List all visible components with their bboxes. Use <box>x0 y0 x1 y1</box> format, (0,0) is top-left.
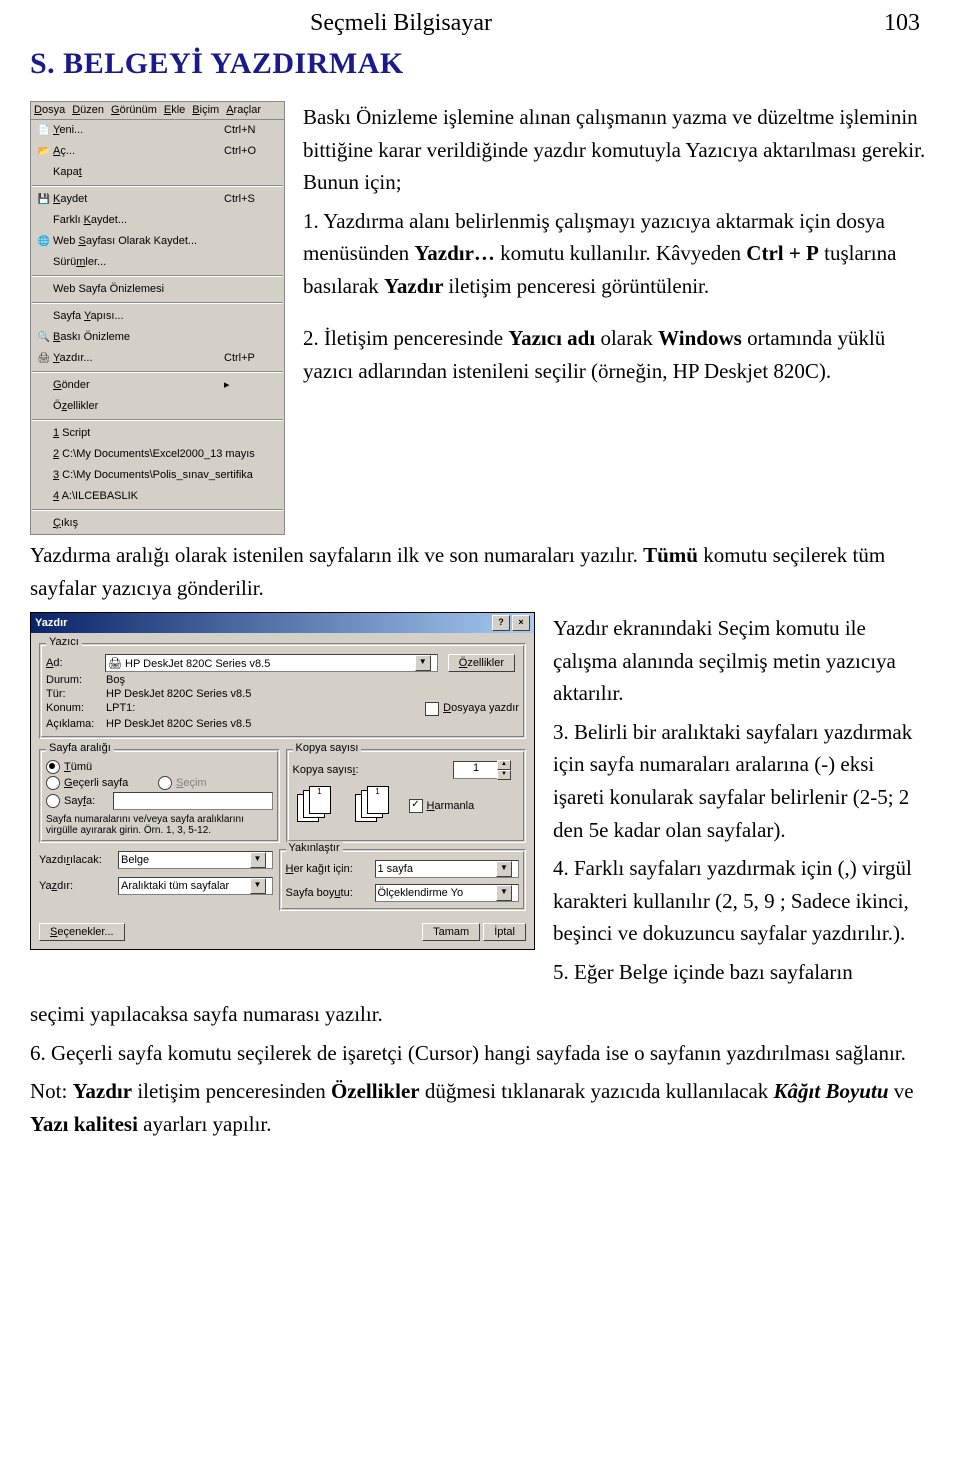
menubar-item[interactable]: Dosya <box>34 104 65 117</box>
scale-dropdown[interactable]: Ölçeklendirme Yo▼ <box>375 884 520 902</box>
close-button[interactable]: × <box>512 615 530 631</box>
menu-item[interactable]: Farklı Kaydet... <box>31 210 284 231</box>
comment-value: HP DeskJet 820C Series v8.5 <box>106 718 251 730</box>
page-number: 103 <box>884 10 920 37</box>
scale-label: Sayfa boyutu: <box>286 887 371 899</box>
foot-p2: 6. Geçerli sayfa komutu seçilerek de işa… <box>30 1037 930 1070</box>
dialog-title: Yazdır <box>35 617 490 629</box>
zoom-groupbox: Yakınlaştır <box>286 842 343 854</box>
intro-paragraph: Baskı Önizleme işlemine alınan çalışmanı… <box>303 101 930 199</box>
copies-label: Kopya sayısı: <box>293 764 450 776</box>
copies-groupbox: Kopya sayısı <box>293 742 362 754</box>
menu-item[interactable]: Sürümler... <box>31 252 284 273</box>
menu-item[interactable]: Özellikler <box>31 396 284 417</box>
menu-item[interactable]: 📄Yeni...Ctrl+N <box>31 120 284 141</box>
print-dropdown[interactable]: Aralıktaki tüm sayfalar▼ <box>118 877 273 895</box>
ok-button[interactable]: Tamam <box>422 923 480 941</box>
menu-item[interactable]: Sayfa Yapısı... <box>31 306 284 327</box>
menubar-item[interactable]: Araçlar <box>226 104 261 117</box>
type-label: Tür: <box>46 688 106 700</box>
status-value: Boş <box>106 674 125 686</box>
menubar-item[interactable]: Görünüm <box>111 104 157 117</box>
menu-item[interactable]: 2 C:\My Documents\Excel2000_13 mayıs <box>31 444 284 465</box>
course-title: Seçmeli Bilgisayar <box>310 10 492 37</box>
step-1: 1. Yazdırma alanı belirlenmiş çalışmayı … <box>303 205 930 303</box>
right-p1: Yazdır ekranındaki Seçim komutu ile çalı… <box>553 612 930 710</box>
persheet-dropdown[interactable]: 1 sayfa▼ <box>375 860 520 878</box>
menu-item[interactable]: 🌐Web Sayfası Olarak Kaydet... <box>31 231 284 252</box>
range-current-radio[interactable] <box>46 776 60 790</box>
print-to-file-label: Dosyaya yazdır <box>443 702 519 716</box>
persheet-label: Her kağıt için: <box>286 863 371 875</box>
printer-name-dropdown[interactable]: 🖨 HP DeskJet 820C Series v8.5▼ <box>105 654 438 672</box>
range-selection-label: Seçim <box>176 777 207 789</box>
menu-item[interactable]: 📂Aç...Ctrl+O <box>31 141 284 162</box>
menubar-item[interactable]: Ekle <box>164 104 185 117</box>
collate-label: Harmanla <box>427 800 475 812</box>
menu-item[interactable]: Web Sayfa Önizlemesi <box>31 279 284 300</box>
options-button[interactable]: Seçenekler... <box>39 923 125 941</box>
range-pages-label: Sayfa: <box>64 795 109 807</box>
range-paragraph: Yazdırma aralığı olarak istenilen sayfal… <box>30 539 930 604</box>
collate-icon: 3 2 1 <box>297 786 347 826</box>
properties-button[interactable]: Özellikler <box>448 654 515 672</box>
foot-p3: Not: Yazdır iletişim penceresinden Özell… <box>30 1075 930 1140</box>
menu-item[interactable]: 🔍Baskı Önizleme <box>31 327 284 348</box>
menu-item[interactable]: Gönder▸ <box>31 375 284 396</box>
menu-item[interactable]: 🖨Yazdır...Ctrl+P <box>31 348 284 369</box>
where-value: LPT1: <box>106 702 425 716</box>
printer-groupbox: Yazıcı <box>46 636 82 648</box>
step-2: 2. İletişim penceresinde Yazıcı adı olar… <box>303 322 930 387</box>
range-help: Sayfa numaralarını ve/veya sayfa aralıkl… <box>46 814 273 836</box>
menu-item[interactable]: 💾KaydetCtrl+S <box>31 189 284 210</box>
printwhat-dropdown[interactable]: Belge▼ <box>118 851 273 869</box>
comment-label: Açıklama: <box>46 718 106 730</box>
menu-item[interactable]: Kapat <box>31 162 284 183</box>
printer-name-label: Ad: <box>46 657 101 669</box>
file-menu-screenshot: Dosya Düzen Görünüm Ekle Biçim Araçlar 📄Yeni.… <box>30 101 285 535</box>
print-dialog-screenshot: Yazdır ? × Yazıcı Ad: 🖨 HP DeskJet 820C … <box>30 612 535 950</box>
menu-item[interactable]: 3 C:\My Documents\Polis_sınav_sertifika <box>31 465 284 486</box>
range-pages-radio[interactable] <box>46 794 60 808</box>
print-label: Yazdır: <box>39 880 114 892</box>
right-p2: 3. Belirli bir aralıktaki sayfaları yazd… <box>553 716 930 846</box>
print-to-file-checkbox[interactable] <box>425 702 439 716</box>
section-title: S. BELGEYİ YAZDIRMAK <box>30 47 930 81</box>
range-pages-input[interactable] <box>113 792 273 810</box>
copies-spinner[interactable]: ▲▼ <box>497 760 515 780</box>
where-label: Konum: <box>46 702 106 716</box>
menu-item[interactable]: 4 A:\ILCEBASLIK <box>31 486 284 507</box>
type-value: HP DeskJet 820C Series v8.5 <box>106 688 251 700</box>
copies-input[interactable]: 1 <box>453 761 499 779</box>
range-groupbox: Sayfa aralığı <box>46 742 114 754</box>
range-all-radio[interactable] <box>46 760 60 774</box>
right-p3: 4. Farklı sayfaları yazdırmak için (,) v… <box>553 852 930 950</box>
right-p4: 5. Eğer Belge içinde bazı sayfaların <box>553 956 930 989</box>
cancel-button[interactable]: İptal <box>483 923 526 941</box>
range-all-label: Tümü <box>64 761 92 773</box>
menu-item[interactable]: 1 Script <box>31 423 284 444</box>
menu-item[interactable]: Çıkış <box>31 513 284 534</box>
range-current-label: Geçerli sayfa <box>64 777 154 789</box>
menubar-item[interactable]: Biçim <box>192 104 219 117</box>
range-selection-radio <box>158 776 172 790</box>
menubar-item[interactable]: Düzen <box>72 104 104 117</box>
collate-icon: 3 2 1 <box>355 786 405 826</box>
foot-p1: seçimi yapılacaksa sayfa numarası yazılı… <box>30 998 930 1031</box>
printwhat-label: Yazdırılacak: <box>39 854 114 866</box>
collate-checkbox[interactable] <box>409 799 423 813</box>
help-button[interactable]: ? <box>492 615 510 631</box>
status-label: Durum: <box>46 674 106 686</box>
